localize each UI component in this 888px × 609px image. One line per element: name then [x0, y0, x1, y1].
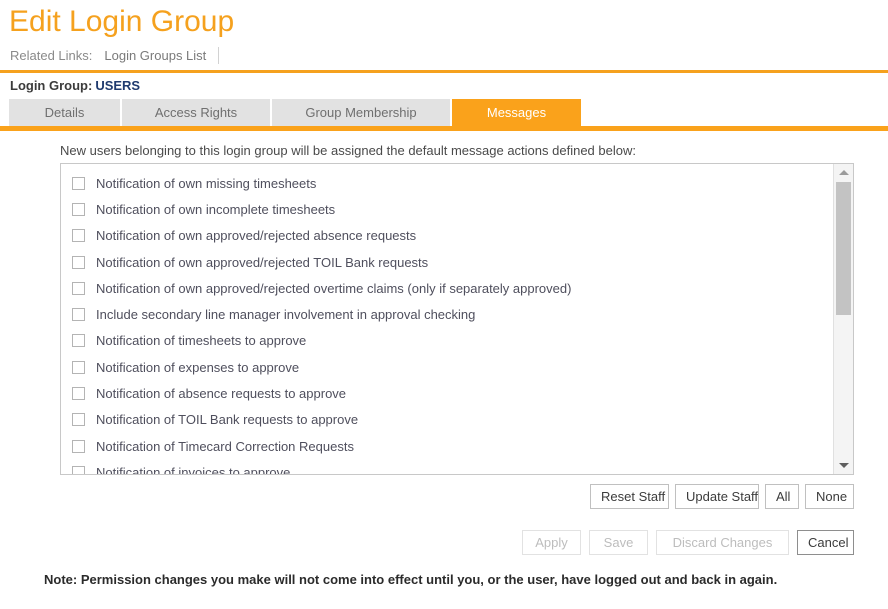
list-item[interactable]: Notification of absence requests to appr…: [61, 380, 832, 406]
action-button-row: Apply Save Discard Changes Cancel: [522, 530, 854, 555]
checkbox-icon[interactable]: [72, 439, 85, 453]
scroll-up-icon[interactable]: [834, 164, 853, 181]
checkbox-icon[interactable]: [72, 360, 85, 374]
related-links-label: Related Links:: [10, 47, 93, 63]
checkbox-icon[interactable]: [72, 334, 85, 348]
page-title: Edit Login Group: [9, 5, 235, 38]
staff-button-row: Reset Staff Update Staff All None: [590, 484, 854, 509]
instruction-text: New users belonging to this login group …: [60, 143, 636, 158]
list-item-label: Include secondary line manager involveme…: [96, 307, 476, 323]
permission-note: Note: Permission changes you make will n…: [44, 572, 778, 587]
checkbox-icon[interactable]: [72, 308, 85, 322]
checkbox-icon[interactable]: [72, 229, 85, 243]
select-all-button[interactable]: All: [765, 484, 799, 509]
scrollbar-thumb[interactable]: [836, 182, 851, 315]
list-item-label: Notification of own approved/rejected TO…: [96, 254, 429, 270]
apply-button[interactable]: Apply: [522, 530, 581, 555]
tab-messages[interactable]: Messages: [452, 99, 581, 126]
checkbox-icon[interactable]: [72, 387, 85, 401]
checkbox-icon[interactable]: [72, 202, 85, 216]
login-group-label: Login Group:: [10, 78, 93, 93]
list-item[interactable]: Notification of expenses to approve: [61, 354, 832, 380]
select-none-button[interactable]: None: [805, 484, 854, 509]
list-item[interactable]: Notification of own approved/rejected ab…: [61, 223, 832, 249]
related-links-separator: [218, 46, 220, 64]
list-item[interactable]: Notification of Timecard Correction Requ…: [61, 433, 832, 459]
tab-access-rights[interactable]: Access Rights: [122, 99, 272, 126]
tab-group-membership[interactable]: Group Membership: [272, 99, 452, 126]
list-item[interactable]: Notification of own missing timesheets: [61, 170, 832, 196]
related-link-login-groups-list[interactable]: Login Groups List: [104, 48, 218, 63]
tab-details[interactable]: Details: [9, 99, 122, 126]
tab-underline: [0, 126, 888, 131]
message-actions-list: Notification of own missing timesheets No…: [61, 164, 832, 474]
checkbox-icon[interactable]: [72, 176, 85, 190]
list-item[interactable]: Notification of own approved/rejected TO…: [61, 249, 832, 275]
list-item-label: Notification of timesheets to approve: [96, 333, 307, 349]
list-item[interactable]: Notification of timesheets to approve: [61, 328, 832, 354]
reset-staff-button[interactable]: Reset Staff: [590, 484, 669, 509]
list-item-label: Notification of own approved/rejected ab…: [96, 228, 417, 244]
list-item[interactable]: Include secondary line manager involveme…: [61, 301, 832, 327]
list-item-label: Notification of Timecard Correction Requ…: [96, 438, 354, 454]
list-item[interactable]: Notification of own incomplete timesheet…: [61, 196, 832, 222]
discard-changes-button[interactable]: Discard Changes: [656, 530, 789, 555]
list-item-label: Notification of own approved/rejected ov…: [96, 280, 572, 296]
list-item-label: Notification of expenses to approve: [96, 359, 300, 375]
cancel-button[interactable]: Cancel: [797, 530, 854, 555]
update-staff-button[interactable]: Update Staff: [675, 484, 759, 509]
list-item[interactable]: Notification of own approved/rejected ov…: [61, 275, 832, 301]
list-item-label: Notification of absence requests to appr…: [96, 386, 347, 402]
list-item[interactable]: Notification of TOIL Bank requests to ap…: [61, 407, 832, 433]
related-links-bar: Related Links: Login Groups List: [10, 45, 220, 65]
tab-list: Details Access Rights Group Membership M…: [9, 99, 581, 126]
list-item-label: Notification of invoices to approve: [96, 464, 291, 474]
login-group-line: Login Group: USERS: [10, 78, 140, 93]
list-item-label: Notification of own missing timesheets: [96, 175, 317, 191]
login-group-value: USERS: [95, 78, 141, 93]
list-item-label: Notification of own incomplete timesheet…: [96, 201, 336, 217]
list-item[interactable]: Notification of invoices to approve: [61, 459, 832, 474]
list-scrollbar[interactable]: [833, 164, 853, 474]
checkbox-icon[interactable]: [72, 413, 85, 427]
header-divider-rule: [0, 70, 888, 73]
tabstrip: Details Access Rights Group Membership M…: [0, 99, 888, 131]
save-button[interactable]: Save: [589, 530, 648, 555]
scroll-down-icon[interactable]: [834, 457, 853, 474]
message-actions-scroll-content: Notification of own missing timesheets No…: [61, 164, 832, 474]
checkbox-icon[interactable]: [72, 465, 85, 474]
message-actions-listbox: Notification of own missing timesheets No…: [60, 163, 854, 475]
checkbox-icon[interactable]: [72, 255, 85, 269]
list-item-label: Notification of TOIL Bank requests to ap…: [96, 412, 359, 428]
checkbox-icon[interactable]: [72, 281, 85, 295]
